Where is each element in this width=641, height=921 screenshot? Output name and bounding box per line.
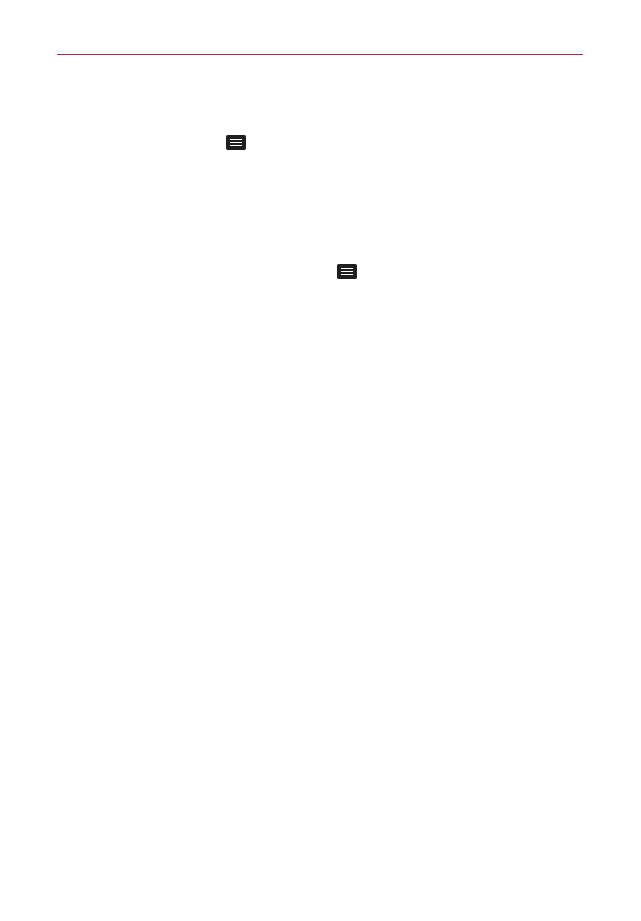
menu-icon-bar xyxy=(341,271,353,273)
menu-icon-bar xyxy=(230,142,242,144)
menu-icon xyxy=(337,264,357,279)
manual-page: { "page": { "accent_color": "#b5273a", "… xyxy=(0,0,641,921)
menu-icon-bar xyxy=(230,139,242,141)
menu-icon-bar xyxy=(341,274,353,276)
header-divider xyxy=(57,54,583,55)
menu-icon-bar xyxy=(341,268,353,270)
menu-icon-bar xyxy=(230,145,242,147)
menu-icon xyxy=(226,135,246,150)
